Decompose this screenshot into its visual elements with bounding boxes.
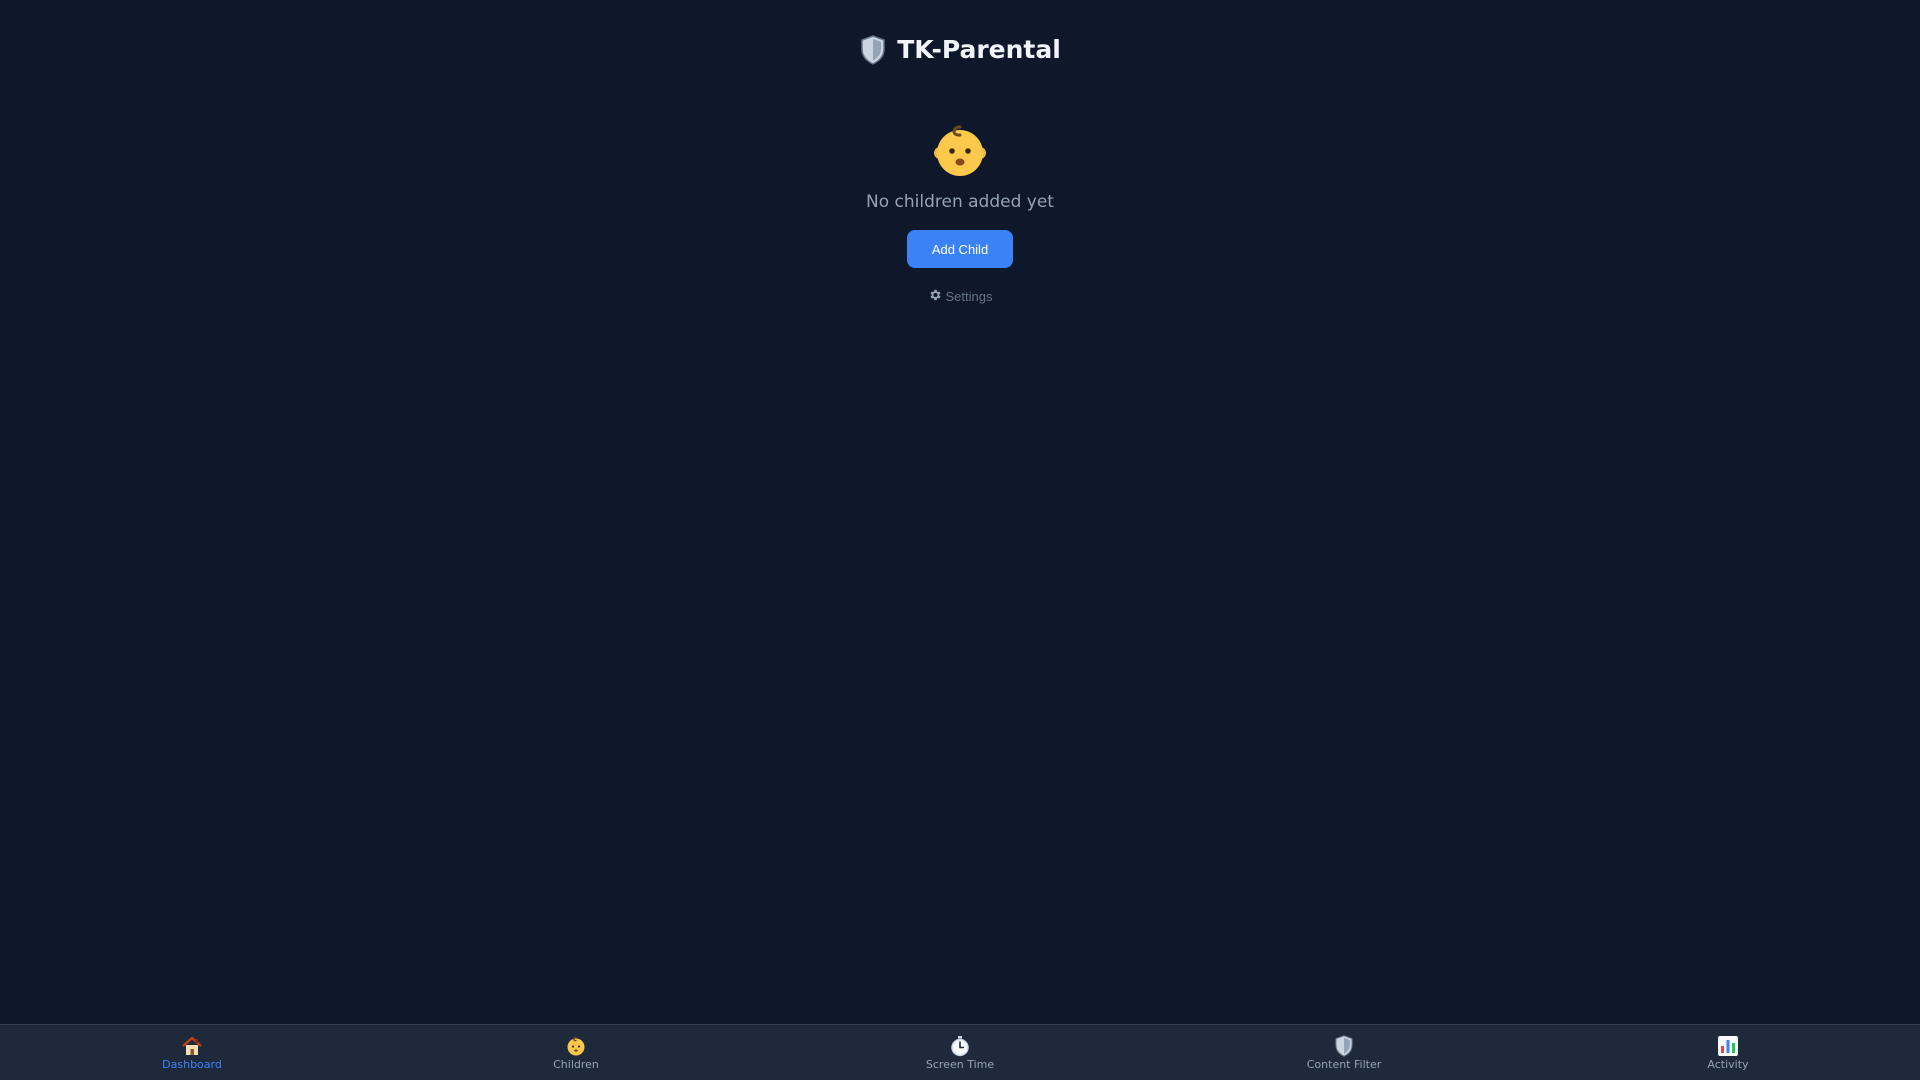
- gear-icon: [928, 288, 942, 305]
- nav-label: Screen Time: [925, 1057, 995, 1071]
- nav-label: Dashboard: [162, 1057, 222, 1071]
- bar-chart-icon: [1717, 1035, 1739, 1057]
- nav-item-activity[interactable]: Activity: [1536, 1025, 1920, 1080]
- baby-icon: [565, 1035, 587, 1057]
- app-title-text: TK-Parental: [897, 35, 1061, 64]
- nav-item-content-filter[interactable]: Content Filter: [1152, 1025, 1536, 1080]
- add-child-button[interactable]: Add Child: [907, 230, 1013, 268]
- nav-item-children[interactable]: Children: [384, 1025, 768, 1080]
- nav-label: Content Filter: [1306, 1057, 1382, 1071]
- nav-label: Children: [553, 1057, 599, 1071]
- nav-item-dashboard[interactable]: Dashboard: [0, 1025, 384, 1080]
- stopwatch-icon: [949, 1035, 971, 1057]
- header: TK-Parental: [0, 30, 1920, 70]
- app-title: TK-Parental: [859, 30, 1061, 70]
- settings-label: Settings: [945, 289, 993, 304]
- shield-icon: [859, 34, 887, 66]
- baby-icon: [930, 120, 990, 180]
- nav-item-screen-time[interactable]: Screen Time: [768, 1025, 1152, 1080]
- empty-state-message: No children added yet: [866, 192, 1054, 212]
- house-icon: [181, 1035, 203, 1057]
- bottom-nav: Dashboard Children Screen Time Content F…: [0, 1024, 1920, 1080]
- empty-state: No children added yet Add Child Settings: [0, 120, 1920, 305]
- settings-link[interactable]: Settings: [928, 288, 993, 305]
- app-root: TK-Parental No children added yet Add Ch…: [0, 0, 1920, 1080]
- nav-label: Activity: [1707, 1057, 1749, 1071]
- shield-icon: [1333, 1034, 1355, 1057]
